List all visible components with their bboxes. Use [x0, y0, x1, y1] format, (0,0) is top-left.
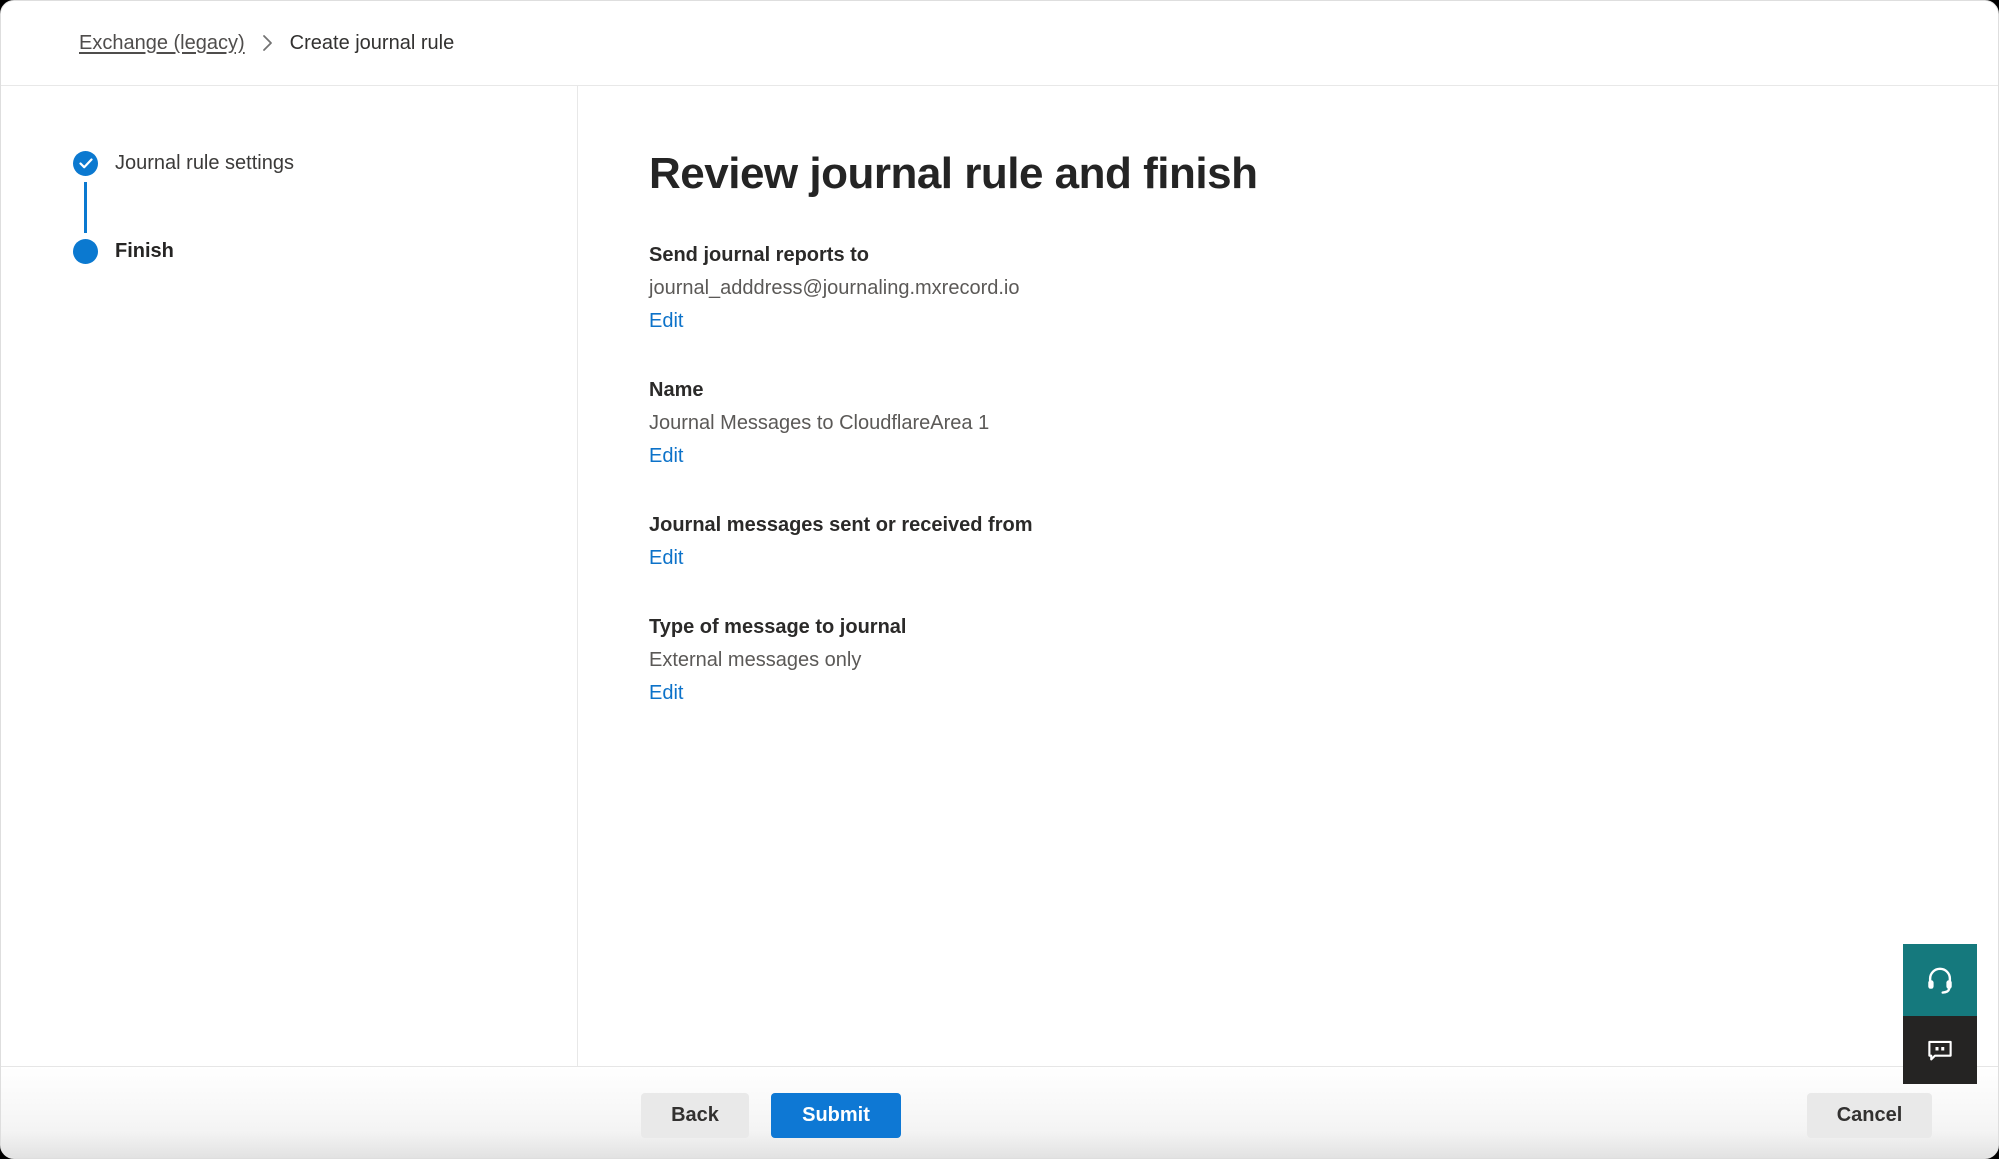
section-label: Type of message to journal — [649, 611, 1958, 644]
exchange-admin-window: Exchange (legacy) Create journal rule Jo… — [0, 0, 1999, 1159]
submit-button[interactable]: Submit — [771, 1093, 901, 1138]
page-title: Review journal rule and finish — [649, 149, 1958, 199]
wizard-step-finish[interactable]: Finish — [73, 239, 577, 264]
review-section-sent-or-received-from: Journal messages sent or received from E… — [649, 509, 1958, 575]
support-widget-stack — [1903, 944, 1977, 1084]
edit-message-type-link[interactable]: Edit — [649, 677, 683, 710]
dot-circle-icon — [73, 239, 98, 264]
review-section-send-reports-to: Send journal reports to journal_adddress… — [649, 239, 1958, 338]
cancel-button[interactable]: Cancel — [1807, 1093, 1932, 1138]
content-area: Journal rule settings Finish Review jour… — [1, 86, 1998, 1068]
edit-send-reports-link[interactable]: Edit — [649, 305, 683, 338]
breadcrumb-bar: Exchange (legacy) Create journal rule — [1, 1, 1998, 86]
review-section-message-type: Type of message to journal External mess… — [649, 611, 1958, 710]
edit-name-link[interactable]: Edit — [649, 440, 683, 473]
section-label: Send journal reports to — [649, 239, 1958, 272]
review-section-name: Name Journal Messages to CloudflareArea … — [649, 374, 1958, 473]
step-connector-line — [84, 182, 87, 233]
breadcrumb-current-page: Create journal rule — [290, 32, 455, 55]
review-panel: Review journal rule and finish Send jour… — [578, 86, 1998, 1068]
footer-action-bar: Back Submit Cancel — [1, 1066, 1998, 1158]
message-type-value: External messages only — [649, 644, 1958, 677]
support-button[interactable] — [1903, 944, 1977, 1016]
chat-bubble-icon — [1925, 1035, 1955, 1065]
breadcrumb: Exchange (legacy) Create journal rule — [79, 32, 454, 55]
back-button[interactable]: Back — [641, 1093, 749, 1138]
wizard-steps-panel: Journal rule settings Finish — [1, 86, 578, 1068]
wizard-step-label-finish: Finish — [115, 240, 174, 263]
feedback-button[interactable] — [1903, 1016, 1977, 1084]
check-circle-icon — [73, 151, 98, 176]
headset-icon — [1924, 964, 1956, 996]
edit-scope-link[interactable]: Edit — [649, 542, 683, 575]
wizard-step-label-settings: Journal rule settings — [115, 152, 294, 175]
rule-name-value: Journal Messages to CloudflareArea 1 — [649, 407, 1958, 440]
wizard-step-journal-rule-settings[interactable]: Journal rule settings — [73, 151, 577, 176]
section-label: Journal messages sent or received from — [649, 509, 1958, 542]
section-label: Name — [649, 374, 1958, 407]
chevron-right-icon — [262, 34, 273, 52]
breadcrumb-exchange-legacy-link[interactable]: Exchange (legacy) — [79, 32, 245, 55]
footer-primary-actions: Back Submit — [641, 1093, 901, 1138]
journal-report-address-value: journal_adddress@journaling.mxrecord.io — [649, 272, 1958, 305]
